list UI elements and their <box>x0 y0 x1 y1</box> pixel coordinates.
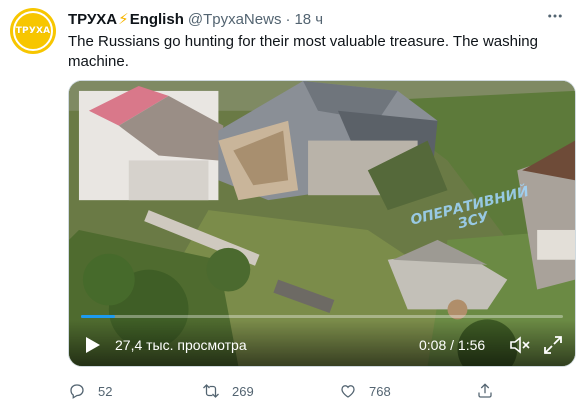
like-button[interactable]: 768 <box>339 380 391 402</box>
avatar[interactable]: ТРУХА <box>10 8 56 54</box>
video-controls: 27,4 тыс. просмотра 0:08 / 1:56 <box>69 320 575 366</box>
tweet-header: ТРУХА ⚡ English @TpyxaNews · 18 ч <box>68 9 564 29</box>
video-player[interactable]: ОПЕРАТИВНИЙ ЗСУ 27,4 тыс. просмотра 0:08… <box>68 80 576 367</box>
retweet-count: 269 <box>232 383 254 399</box>
view-count: 27,4 тыс. просмотра <box>115 337 247 353</box>
tweet: ТРУХА ТРУХА ⚡ English @TpyxaNews · 18 ч … <box>0 0 580 419</box>
play-icon[interactable] <box>85 336 101 354</box>
tweet-actions: 52 269 768 <box>68 380 508 402</box>
reply-count: 52 <box>98 383 113 399</box>
avatar-logo-text: ТРУХА <box>15 26 51 36</box>
share-button[interactable] <box>476 380 506 402</box>
reply-button[interactable]: 52 <box>68 380 112 402</box>
user-handle[interactable]: @TpyxaNews <box>188 11 282 28</box>
tweet-text: The Russians go hunting for their most v… <box>68 33 538 70</box>
volume-icon[interactable] <box>510 336 530 354</box>
retweet-button[interactable]: 269 <box>202 380 254 402</box>
more-icon[interactable] <box>546 7 564 30</box>
reply-icon <box>70 384 84 399</box>
like-icon <box>341 385 355 398</box>
like-count: 768 <box>369 383 391 399</box>
display-name-suffix[interactable]: English <box>130 11 184 28</box>
video-progress-bar[interactable] <box>81 315 563 318</box>
avatar-ring: ТРУХА <box>13 11 53 51</box>
timestamp[interactable]: 18 ч <box>294 11 323 28</box>
video-progress-fill <box>81 315 115 318</box>
separator-dot: · <box>285 10 291 28</box>
bolt-icon: ⚡ <box>118 11 129 28</box>
display-name[interactable]: ТРУХА <box>68 11 117 28</box>
retweet-icon <box>203 384 219 398</box>
video-timecode: 0:08 / 1:56 <box>419 337 486 353</box>
fullscreen-icon[interactable] <box>544 336 562 354</box>
share-icon <box>478 383 492 398</box>
